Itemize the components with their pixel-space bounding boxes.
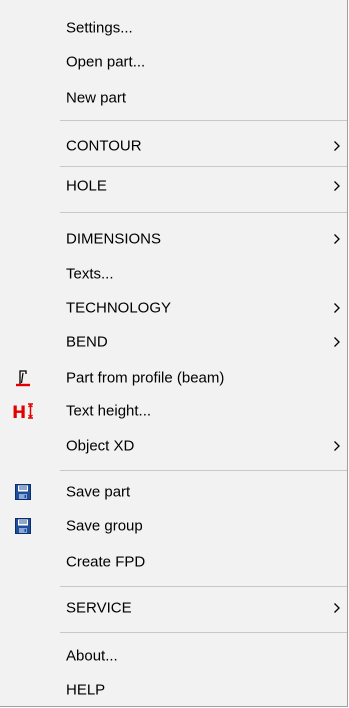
menu-item-technology[interactable]: TECHNOLOGY bbox=[0, 294, 347, 322]
menu-item-label: Save part bbox=[66, 483, 131, 501]
menu-item-open-part[interactable]: Open part... bbox=[0, 48, 347, 76]
menu-item-about[interactable]: About... bbox=[0, 642, 347, 670]
text-height-icon: H bbox=[12, 401, 34, 421]
menu-item-label: HOLE bbox=[66, 177, 107, 195]
floppy-disk-icon bbox=[12, 482, 34, 502]
menu-item-label: Settings... bbox=[66, 19, 133, 37]
menu-item-text-height[interactable]: H Text height... bbox=[0, 397, 347, 425]
submenu-arrow-icon bbox=[334, 303, 340, 313]
menu-item-hole[interactable]: HOLE bbox=[0, 172, 347, 200]
menu-item-label: Texts... bbox=[66, 265, 114, 283]
submenu-arrow-icon bbox=[334, 234, 340, 244]
menu-item-contour[interactable]: CONTOUR bbox=[0, 132, 347, 160]
menu-item-label: DIMENSIONS bbox=[66, 230, 162, 248]
menu-separator bbox=[60, 120, 347, 121]
floppy-disk-icon bbox=[12, 516, 34, 536]
menu-item-create-fpd[interactable]: Create FPD bbox=[0, 548, 347, 576]
menu-item-settings[interactable]: Settings... bbox=[0, 14, 347, 42]
menu-separator bbox=[60, 470, 347, 471]
menu-separator bbox=[60, 632, 347, 633]
submenu-arrow-icon bbox=[334, 141, 340, 151]
menu-separator bbox=[60, 212, 347, 213]
menu-item-texts[interactable]: Texts... bbox=[0, 260, 347, 288]
menu-item-label: New part bbox=[66, 89, 127, 107]
menu-item-label: Open part... bbox=[66, 53, 146, 71]
context-menu: Settings... Open part... New part CONTOU… bbox=[0, 0, 348, 707]
menu-item-new-part[interactable]: New part bbox=[0, 84, 347, 112]
menu-item-save-group[interactable]: Save group bbox=[0, 512, 347, 540]
submenu-arrow-icon bbox=[334, 337, 340, 347]
menu-item-label: About... bbox=[66, 647, 118, 665]
menu-item-bend[interactable]: BEND bbox=[0, 328, 347, 356]
menu-item-service[interactable]: SERVICE bbox=[0, 594, 347, 622]
menu-item-help[interactable]: HELP bbox=[0, 676, 347, 704]
menu-item-label: SERVICE bbox=[66, 599, 132, 617]
menu-item-label: Text height... bbox=[66, 402, 152, 420]
submenu-arrow-icon bbox=[334, 181, 340, 191]
menu-item-dimensions[interactable]: DIMENSIONS bbox=[0, 225, 347, 253]
menu-item-object-xd[interactable]: Object XD bbox=[0, 432, 347, 460]
svg-text:H: H bbox=[12, 403, 26, 421]
menu-item-label: HELP bbox=[66, 681, 106, 699]
menu-item-save-part[interactable]: Save part bbox=[0, 478, 347, 506]
submenu-arrow-icon bbox=[334, 603, 340, 613]
menu-separator bbox=[60, 166, 347, 167]
menu-separator bbox=[60, 586, 347, 587]
menu-item-label: Object XD bbox=[66, 437, 135, 455]
menu-item-label: CONTOUR bbox=[66, 137, 142, 155]
menu-item-label: Part from profile (beam) bbox=[66, 369, 225, 387]
menu-item-label: Create FPD bbox=[66, 553, 146, 571]
menu-item-label: BEND bbox=[66, 333, 108, 351]
menu-item-label: Save group bbox=[66, 517, 143, 535]
profile-beam-icon bbox=[12, 368, 34, 388]
submenu-arrow-icon bbox=[334, 441, 340, 451]
menu-item-label: TECHNOLOGY bbox=[66, 299, 172, 317]
menu-item-part-from-profile[interactable]: Part from profile (beam) bbox=[0, 364, 347, 392]
